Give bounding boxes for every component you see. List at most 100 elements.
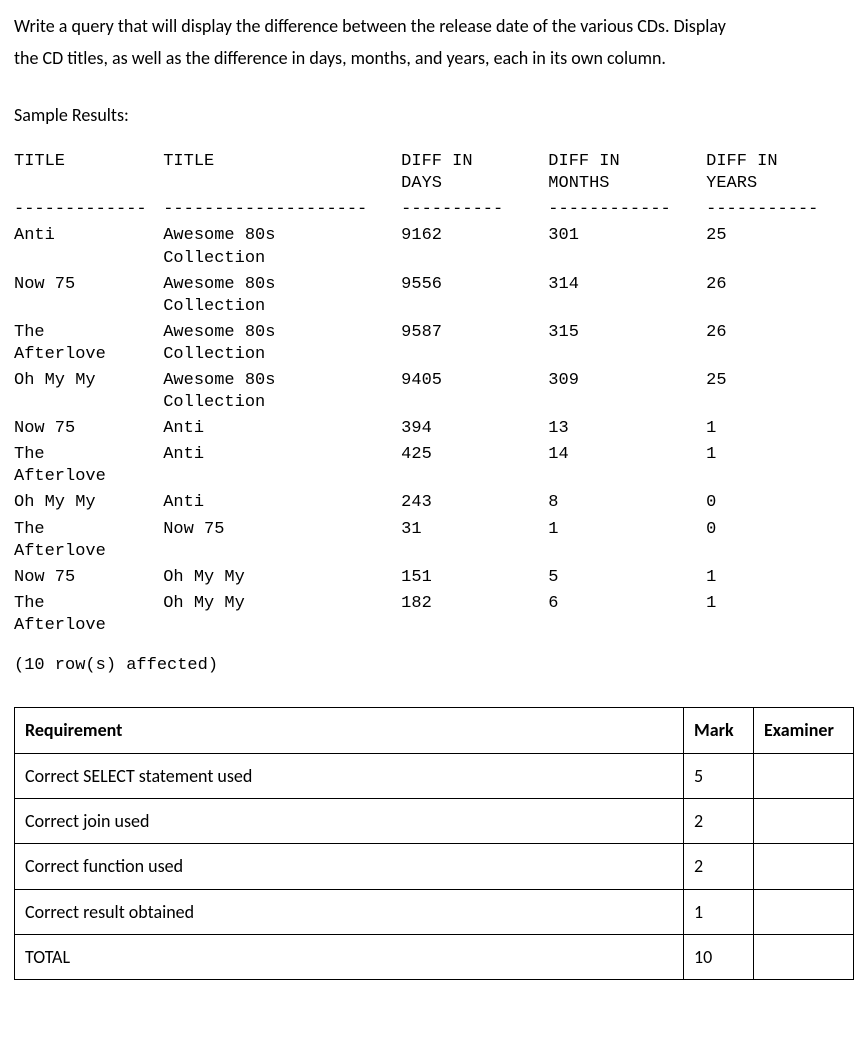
cell-title2: Awesome 80sCollection [163, 368, 401, 416]
cell-title1-l2: Afterlove [14, 541, 157, 563]
cell-title2-l2: Collection [163, 344, 395, 366]
cell-days: 9162 [401, 223, 548, 271]
cell-months: 314 [548, 272, 706, 320]
rubric-examiner [754, 753, 854, 798]
cell-months: 309 [548, 368, 706, 416]
cell-months: 14 [548, 442, 706, 490]
cell-days: 182 [401, 591, 548, 639]
cell-title2-l1: Oh My My [163, 567, 395, 589]
dashes-c4: ------------ [548, 197, 706, 223]
rubric-total-row: TOTAL10 [15, 935, 854, 980]
cell-title2-l1: Now 75 [163, 519, 395, 541]
header-diff-months-l1: DIFF IN [548, 151, 700, 173]
cell-months: 8 [548, 490, 706, 516]
cell-title2-l1: Awesome 80s [163, 370, 395, 392]
rows-affected: (10 row(s) affected) [14, 655, 854, 677]
cell-years: 1 [706, 591, 854, 639]
cell-months: 315 [548, 320, 706, 368]
rubric-total-examiner [754, 935, 854, 980]
sample-results-label: Sample Results: [14, 99, 854, 131]
cell-years: 26 [706, 272, 854, 320]
cell-years: 0 [706, 517, 854, 565]
cell-days: 425 [401, 442, 548, 490]
table-row: TheAfterloveOh My My18261 [14, 591, 854, 639]
cell-title1-l1: Now 75 [14, 274, 157, 296]
table-row: TheAfterloveAwesome 80sCollection9587315… [14, 320, 854, 368]
cell-title1-l1: Oh My My [14, 492, 157, 514]
cell-days: 243 [401, 490, 548, 516]
rubric-requirement: Correct result obtained [15, 889, 684, 934]
results-dashes-row: ------------- -------------------- -----… [14, 197, 854, 223]
cell-days: 151 [401, 565, 548, 591]
header-title2: TITLE [163, 149, 401, 197]
cell-title2: Anti [163, 442, 401, 490]
header-diff-months: DIFF IN MONTHS [548, 149, 706, 197]
rubric-row: Correct join used2 [15, 798, 854, 843]
cell-title2: Now 75 [163, 517, 401, 565]
rubric-table: Requirement Mark Examiner Correct SELECT… [14, 707, 854, 980]
rubric-examiner [754, 798, 854, 843]
question-text: Write a query that will display the diff… [14, 10, 854, 75]
rubric-header-row: Requirement Mark Examiner [15, 708, 854, 753]
cell-title1: Now 75 [14, 565, 163, 591]
cell-title2-l2: Collection [163, 296, 395, 318]
cell-title1: TheAfterlove [14, 591, 163, 639]
cell-title2: Oh My My [163, 565, 401, 591]
rubric-mark: 1 [684, 889, 754, 934]
cell-title2: Awesome 80sCollection [163, 272, 401, 320]
table-row: Now 75Oh My My15151 [14, 565, 854, 591]
rubric-requirement: Correct SELECT statement used [15, 753, 684, 798]
header-diff-days: DIFF IN DAYS [401, 149, 548, 197]
cell-title2-l2: Collection [163, 248, 395, 270]
rubric-row: Correct SELECT statement used5 [15, 753, 854, 798]
cell-title1: Now 75 [14, 272, 163, 320]
rubric-total-label: TOTAL [15, 935, 684, 980]
table-row: Now 75 Anti394131 [14, 416, 854, 442]
header-diff-years: DIFF IN YEARS [706, 149, 854, 197]
cell-title2-l2: Collection [163, 392, 395, 414]
dashes-c3: ---------- [401, 197, 548, 223]
rubric-row: Correct result obtained1 [15, 889, 854, 934]
cell-days: 9587 [401, 320, 548, 368]
cell-days: 394 [401, 416, 548, 442]
table-row: Oh My MyAwesome 80sCollection940530925 [14, 368, 854, 416]
cell-title2-l1: Anti [163, 444, 395, 466]
header-title1-text: TITLE [14, 151, 157, 173]
cell-title1-l1: The [14, 519, 157, 541]
cell-months: 301 [548, 223, 706, 271]
results-table: TITLE TITLE DIFF IN DAYS DIFF IN MONTHS … [14, 149, 854, 639]
rubric-requirement: Correct join used [15, 798, 684, 843]
cell-years: 26 [706, 320, 854, 368]
dashes-c1: ------------- [14, 197, 163, 223]
cell-title1-l1: Now 75 [14, 418, 157, 440]
cell-years: 1 [706, 565, 854, 591]
cell-months: 13 [548, 416, 706, 442]
question-line1: Write a query that will display the diff… [14, 15, 726, 37]
cell-title2: Awesome 80sCollection [163, 320, 401, 368]
header-diff-months-l2: MONTHS [548, 173, 700, 195]
cell-title1-l1: The [14, 322, 157, 344]
cell-title1: TheAfterlove [14, 442, 163, 490]
header-diff-years-l1: DIFF IN [706, 151, 848, 173]
cell-title1-l2: Afterlove [14, 615, 157, 637]
table-row: TheAfterloveAnti425141 [14, 442, 854, 490]
rubric-header-examiner: Examiner [754, 708, 854, 753]
rubric-total-mark: 10 [684, 935, 754, 980]
cell-title1-l1: The [14, 444, 157, 466]
cell-title2: Anti [163, 416, 401, 442]
cell-years: 0 [706, 490, 854, 516]
rubric-examiner [754, 844, 854, 889]
cell-title2: Anti [163, 490, 401, 516]
cell-days: 9405 [401, 368, 548, 416]
rubric-header-requirement: Requirement [15, 708, 684, 753]
cell-title1-l1: Anti [14, 225, 157, 247]
cell-years: 1 [706, 416, 854, 442]
rubric-mark: 2 [684, 798, 754, 843]
dashes-c5: ----------- [706, 197, 854, 223]
cell-title1: Now 75 [14, 416, 163, 442]
cell-title1-l1: Now 75 [14, 567, 157, 589]
header-diff-days-l2: DAYS [401, 173, 542, 195]
cell-title2-l1: Awesome 80s [163, 274, 395, 296]
question-line2: the CD titles, as well as the difference… [14, 47, 666, 69]
rubric-header-mark: Mark [684, 708, 754, 753]
